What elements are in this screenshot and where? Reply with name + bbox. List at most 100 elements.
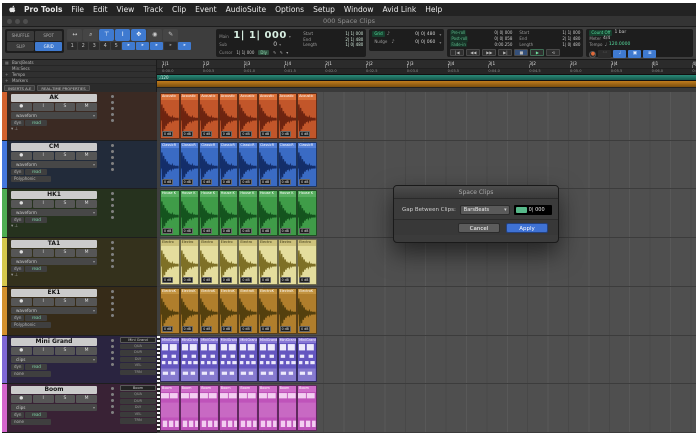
gap-value-field[interactable]: 0| 000 [514, 205, 552, 215]
elastic-audio-selector[interactable]: Polyphonic [11, 176, 51, 182]
inserts-column-header[interactable]: INSERTS A-E [4, 85, 35, 91]
nudge-menu-icon[interactable]: ▾ [439, 40, 441, 45]
midi-merge-button[interactable]: ≣ [643, 50, 656, 58]
count-off-button[interactable]: ▣ [628, 50, 641, 58]
insert-slot[interactable] [111, 411, 114, 414]
grabber-tool[interactable]: ✥ [131, 29, 146, 41]
insert-slot[interactable] [111, 192, 114, 195]
clip-electrok[interactable]: ElectroK0 dB [219, 288, 239, 334]
trim-tool[interactable]: ⊤ [99, 29, 114, 41]
dyn-selector[interactable]: dyn [11, 120, 24, 126]
input-monitor-button[interactable]: I [33, 200, 54, 208]
clip-gain-badge[interactable]: 0 dB [260, 326, 271, 332]
automation-mode-selector[interactable]: read [25, 315, 47, 321]
insert-slot[interactable] [111, 357, 114, 360]
mute-button[interactable]: M [76, 152, 97, 160]
add-tempo-icon[interactable]: + [5, 72, 10, 77]
clip-gain-badge[interactable]: 0 dB [280, 179, 291, 185]
gap-value-toggle[interactable] [516, 207, 527, 213]
clip-gain-badge[interactable]: 0 dB [260, 131, 271, 137]
track-view-selector[interactable]: waveform [11, 209, 97, 216]
clip-gain-badge[interactable]: 0 dB [182, 131, 193, 137]
clip-gain-badge[interactable]: 0 dB [280, 326, 291, 332]
zoom-preset-5[interactable]: 5 [111, 42, 121, 50]
clip-boom[interactable]: Boom [238, 385, 258, 431]
selector-tool[interactable]: I [115, 29, 130, 41]
solo-button[interactable]: S [55, 395, 76, 403]
clip-boom[interactable]: Boom [278, 385, 298, 431]
menu-item-window[interactable]: Window [344, 5, 374, 14]
insert-slot[interactable] [111, 241, 114, 244]
zoomer-tool[interactable]: ↔ [67, 29, 82, 41]
clip-acoustic[interactable]: Acoustic0 dB [180, 93, 200, 139]
clip-electro[interactable]: Electro0 dB [278, 239, 298, 285]
input-monitor-button[interactable]: I [33, 298, 54, 306]
main-counter-value[interactable]: 1| 1| 000 [233, 30, 287, 41]
insert-slot[interactable] [111, 210, 114, 213]
clip-gain-badge[interactable]: 0 dB [221, 228, 232, 234]
clip-house-k[interactable]: House K0 dB [199, 190, 219, 236]
track-name[interactable]: TA1 [11, 240, 97, 248]
insert-slot[interactable] [111, 198, 114, 201]
wait-for-note-button[interactable]: ◦◦ [598, 50, 611, 58]
clip-electrok[interactable]: ElectroK0 dB [258, 288, 278, 334]
tab-to-transient-icon[interactable]: ▸ [122, 42, 135, 50]
grid-menu-icon[interactable]: ▾ [439, 32, 441, 37]
sub-counter-menu-icon[interactable]: ▾ [279, 42, 281, 47]
clip-gain-badge[interactable]: 0 dB [162, 277, 173, 283]
clip-gain-badge[interactable]: 0 dB [182, 277, 193, 283]
dyn-selector[interactable]: dyn [11, 217, 24, 223]
timeline-rulers[interactable]: 1|11|21|31|42|12|22|32|43|13|23|33|44|14… [157, 60, 696, 92]
clip-gain-badge[interactable]: 0 dB [162, 131, 173, 137]
metronome-button[interactable]: ♩ [613, 50, 626, 58]
gap-units-dropdown[interactable]: BarsBeats [460, 205, 510, 215]
clip-electro[interactable]: Electro0 dB [199, 239, 219, 285]
mute-button[interactable]: M [76, 249, 97, 257]
clip-acoustic[interactable]: Acoustic0 dB [258, 93, 278, 139]
scrubber-tool[interactable]: ◉ [147, 29, 162, 41]
clip-electrok[interactable]: ElectroK0 dB [180, 288, 200, 334]
nudge-label[interactable]: Nudge [372, 39, 389, 45]
transport-length-field[interactable]: Length1| 0| 480 [518, 42, 580, 48]
track-view-selector[interactable]: waveform [11, 161, 97, 168]
edit-mode-shuffle[interactable]: SHUFFLE [7, 31, 34, 41]
gap-value[interactable]: 0| 000 [529, 207, 545, 213]
clip-house-k[interactable]: House K0 dB [278, 190, 298, 236]
clip-boom[interactable]: Boom [160, 385, 180, 431]
clip-minigrand[interactable]: MiniGrand [160, 337, 180, 383]
insert-slot[interactable] [111, 363, 114, 366]
window-title-bar[interactable]: 000 Space Clips [2, 16, 696, 27]
clip-gain-badge[interactable]: 0 dB [162, 228, 173, 234]
dyn-selector[interactable]: dyn [11, 315, 24, 321]
menu-item-view[interactable]: View [117, 5, 135, 14]
clip-house-k[interactable]: House K0 dB [238, 190, 258, 236]
link-timeline-icon[interactable]: ▸ [136, 42, 149, 50]
insert-slot[interactable] [111, 101, 114, 104]
clip-acoustic[interactable]: Acoustic0 dB [199, 93, 219, 139]
clip-acoustic[interactable]: Acoustic0 dB [297, 93, 317, 139]
insert-slot[interactable] [111, 119, 114, 122]
insert-slot[interactable] [111, 393, 114, 396]
clip-electro[interactable]: Electro0 dB [238, 239, 258, 285]
automation-mode-selector[interactable]: read [25, 412, 47, 418]
insert-name[interactable]: Mini Grand [120, 337, 156, 343]
clips-timeline-pane[interactable]: Acoustic0 dBAcoustic0 dBAcoustic0 dBAcou… [157, 92, 696, 433]
clip-boom[interactable]: Boom [258, 385, 278, 431]
track-view-selector[interactable]: clips [11, 356, 97, 363]
clip-gain-badge[interactable]: 0 dB [221, 131, 232, 137]
clip-gain-badge[interactable]: 0 dB [182, 326, 193, 332]
clip-gain-badge[interactable]: 0 dB [201, 179, 212, 185]
mute-button[interactable]: M [76, 103, 97, 111]
insert-slot[interactable] [111, 259, 114, 262]
clip-minigrand[interactable]: MiniGrand [278, 337, 298, 383]
clip-gain-badge[interactable]: 0 dB [260, 228, 271, 234]
insert-slot[interactable] [111, 265, 114, 268]
clip-minigrand[interactable]: MiniGrand [238, 337, 258, 383]
loop-play-button[interactable]: ⟲ [546, 49, 560, 56]
main-counter-menu-icon[interactable]: ▾ [289, 34, 291, 39]
clip-electro[interactable]: Electro0 dB [180, 239, 200, 285]
clip-minigrand[interactable]: MiniGrand [219, 337, 239, 383]
clip-gain-badge[interactable]: 0 dB [240, 277, 251, 283]
markers-ruler[interactable] [157, 80, 696, 87]
clip-minigrand[interactable]: MiniGrand [297, 337, 317, 383]
